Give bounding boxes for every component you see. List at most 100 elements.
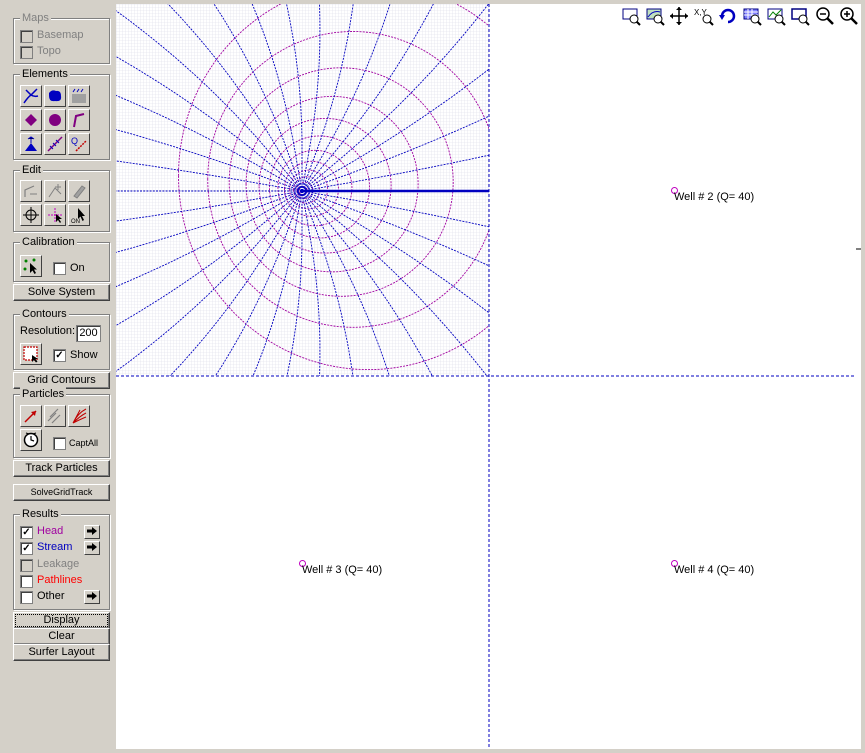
zoom-extent-button[interactable]: [789, 4, 811, 28]
calibration-pointer-icon: [23, 258, 37, 274]
crosshair-button[interactable]: [20, 204, 42, 226]
pan-icon: [670, 7, 689, 25]
zoom-window-button[interactable]: [620, 4, 642, 28]
coordinates-button[interactable]: X,Y: [693, 4, 715, 28]
particle-single-button[interactable]: [20, 405, 42, 427]
svg-text:Q: Q: [71, 136, 78, 146]
result-head-options-button[interactable]: [84, 525, 100, 539]
refresh-button[interactable]: [717, 4, 739, 28]
result-leakage-label: Leakage: [37, 557, 80, 570]
solve-system-button[interactable]: Solve System: [13, 284, 110, 301]
contours-show-checkbox[interactable]: ✓: [53, 349, 66, 362]
zoom-contour-button[interactable]: [644, 4, 666, 28]
line-sink-icon: [73, 113, 85, 128]
basemap-label: Basemap: [37, 29, 84, 41]
recharge-area-button[interactable]: [68, 85, 90, 107]
result-other-label: Other: [37, 590, 65, 603]
right-arrow-icon: [87, 592, 97, 601]
recharge-area-icon: [72, 88, 86, 103]
particle-multiple-icon: [47, 408, 61, 424]
map-zoom-button[interactable]: [765, 4, 787, 28]
inhomogeneity-icon: [25, 114, 37, 126]
calibration-on-checkbox[interactable]: [53, 262, 66, 275]
calibration-group: Calibration On: [13, 235, 110, 282]
basemap-checkbox[interactable]: [20, 30, 33, 43]
well-button[interactable]: [44, 109, 66, 131]
delete-button[interactable]: [68, 180, 90, 202]
result-head-label: Head: [37, 525, 64, 537]
edit-group: Edit ON: [13, 163, 110, 232]
resolution-label: Resolution:: [20, 325, 76, 337]
control-panel: Maps Basemap Topo Elements Q Edit ON Cal…: [0, 0, 116, 753]
topo-label: Topo: [37, 45, 61, 57]
resolution-input[interactable]: 200: [76, 325, 101, 342]
pointer-icon: ON: [71, 208, 85, 224]
line-sink-button[interactable]: [68, 109, 90, 131]
river-button[interactable]: [20, 85, 42, 107]
contour-tool-button[interactable]: [20, 343, 42, 365]
zoom-in-icon: [840, 7, 858, 25]
calibration-on-label: On: [70, 262, 85, 274]
capt-all-checkbox[interactable]: [53, 437, 66, 450]
maps-group-title: Maps: [20, 11, 51, 25]
particle-fan-icon: [72, 408, 87, 424]
result-leakage-checkbox[interactable]: [20, 558, 33, 572]
move-button[interactable]: [44, 204, 66, 226]
right-arrow-icon: [87, 543, 97, 552]
contour-grid-icon: [23, 346, 38, 363]
grid-zoom-button[interactable]: [741, 4, 763, 28]
result-stream-options-button[interactable]: [84, 541, 100, 556]
track-particles-button[interactable]: Track Particles: [13, 460, 110, 477]
discharge-line-button[interactable]: Q: [68, 133, 90, 155]
particles-group-title: Particles: [20, 387, 67, 401]
result-pathlines-checkbox[interactable]: [20, 574, 33, 588]
drain-button[interactable]: [44, 133, 66, 155]
surfer-layout-button[interactable]: Surfer Layout: [13, 644, 110, 661]
map-drawing: [116, 4, 861, 749]
result-other-checkbox[interactable]: [20, 591, 33, 605]
result-stream-checkbox[interactable]: ✓: [20, 542, 33, 556]
topo-checkbox[interactable]: [20, 46, 33, 59]
edit-line-icon: [24, 185, 37, 197]
spring-button[interactable]: [20, 133, 42, 155]
lake-icon: [49, 90, 62, 102]
particle-multiple-button[interactable]: [44, 405, 66, 427]
result-other-options-button[interactable]: [84, 590, 100, 605]
zoom-out-button[interactable]: [814, 4, 836, 28]
result-head-checkbox[interactable]: ✓: [20, 526, 33, 539]
calibration-tool-button[interactable]: [20, 255, 42, 277]
drain-icon: [47, 136, 63, 152]
well-2-label: Well # 2 (Q= 40): [674, 191, 755, 203]
move-icon: [48, 208, 62, 223]
clear-button[interactable]: Clear: [13, 628, 110, 645]
results-group-title: Results: [20, 507, 61, 521]
contours-group-title: Contours: [20, 307, 69, 321]
elements-group-title: Elements: [20, 67, 70, 81]
well-4-label: Well # 4 (Q= 40): [674, 564, 755, 576]
particle-arrow-icon: [24, 410, 37, 423]
zoom-contour-icon: [646, 8, 665, 26]
results-group: Results ✓ Head ✓ Stream Leakage Pathlines Othe…: [13, 507, 110, 610]
elements-group: Elements Q: [13, 67, 110, 160]
lake-button[interactable]: [44, 85, 66, 107]
maps-group: Maps Basemap Topo: [13, 11, 110, 64]
solve-grid-track-button[interactable]: SolveGridTrack: [13, 484, 110, 501]
river-icon: [23, 88, 39, 104]
inhomogeneity-button[interactable]: [20, 109, 42, 131]
add-vertex-button[interactable]: [44, 180, 66, 202]
refresh-icon: [718, 8, 736, 24]
pan-button[interactable]: [668, 4, 690, 28]
particle-fan-button[interactable]: [68, 405, 90, 427]
delete-icon: [73, 185, 86, 199]
well-icon: [49, 114, 61, 126]
particles-group: Particles CaptAll: [13, 387, 110, 458]
zoom-in-button[interactable]: [838, 4, 860, 28]
particle-timer-button[interactable]: [20, 429, 42, 451]
result-pathlines-label: Pathlines: [37, 573, 83, 586]
well-3-label: Well # 3 (Q= 40): [302, 564, 383, 576]
pointer-button[interactable]: ON: [68, 204, 90, 226]
display-button[interactable]: Display: [13, 612, 110, 629]
right-arrow-icon: [87, 527, 97, 535]
edit-line-button[interactable]: [20, 180, 42, 202]
map-canvas[interactable]: Well # 2 (Q= 40) Well # 3 (Q= 40) Well #…: [116, 4, 861, 749]
